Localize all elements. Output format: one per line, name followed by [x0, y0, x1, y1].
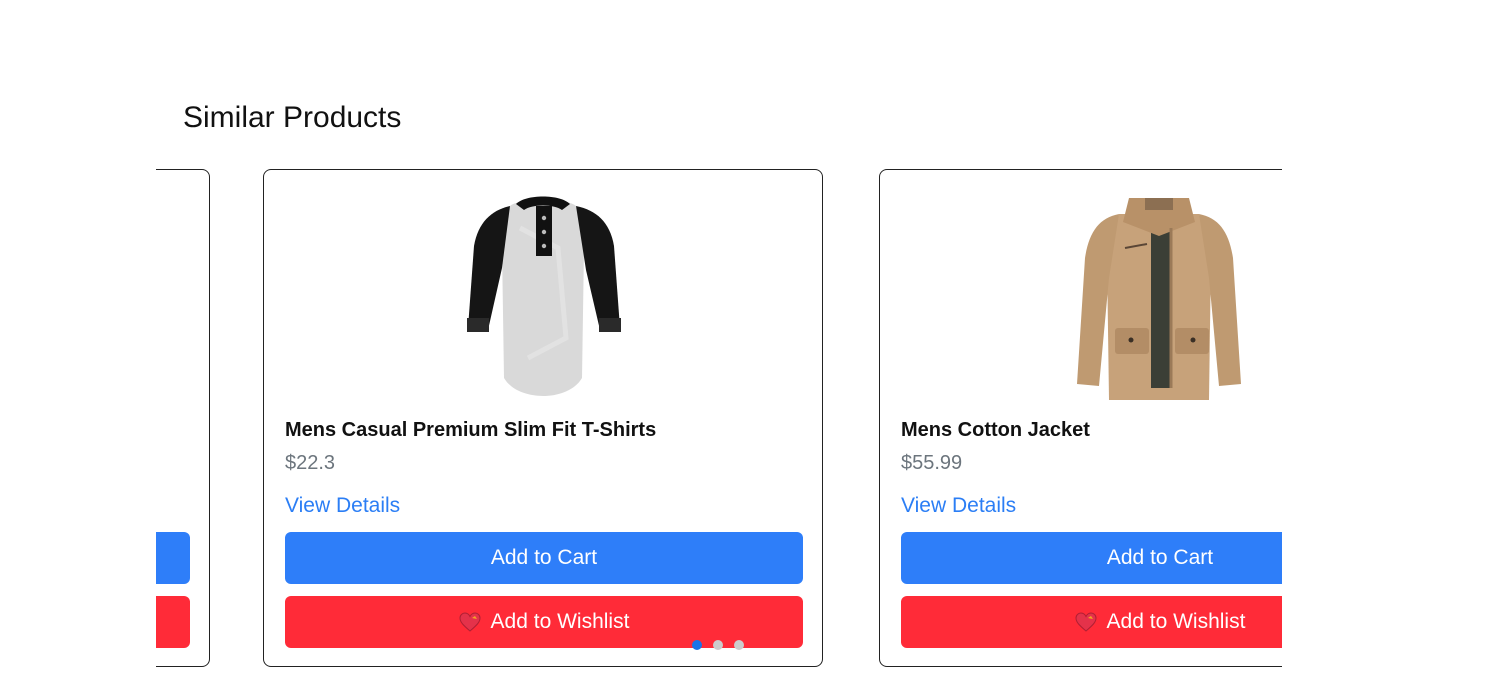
add-to-wishlist-label: Add to Wishlist — [1106, 610, 1246, 633]
khaki-jacket-icon — [1077, 198, 1241, 400]
add-to-cart-button[interactable]: Add to Cart — [901, 532, 1282, 584]
product-name: Mens Cotton Jacket — [901, 419, 1090, 441]
add-to-wishlist-label: Add to Wishlist — [490, 610, 630, 633]
add-to-wishlist-button[interactable] — [156, 596, 190, 648]
add-to-cart-button[interactable]: Add to Cart — [285, 532, 803, 584]
section-title: Similar Products — [183, 101, 402, 134]
raglan-henley-shirt-icon — [467, 196, 621, 396]
carousel-indicators — [692, 640, 744, 650]
product-price: $55.99 — [901, 452, 963, 474]
view-details-link[interactable]: View Details — [285, 494, 400, 518]
heart-icon — [459, 612, 481, 632]
heart-icon — [1075, 612, 1097, 632]
carousel-dot[interactable] — [692, 640, 702, 650]
add-to-cart-button[interactable] — [156, 532, 190, 584]
product-card — [156, 169, 210, 667]
view-details-link[interactable]: View Details — [901, 494, 1016, 518]
product-image — [880, 188, 1282, 406]
add-to-cart-label: Add to Cart — [1106, 546, 1214, 569]
product-card: Mens Cotton Jacket $55.99 View Details A… — [879, 169, 1282, 667]
add-to-wishlist-button[interactable]: Add to Wishlist — [901, 596, 1282, 648]
product-price: $22.3 — [285, 452, 336, 474]
product-image — [264, 188, 822, 406]
add-to-cart-label: Add to Cart — [490, 546, 598, 569]
product-card: Mens Casual Premium Slim Fit T-Shirts $2… — [263, 169, 823, 667]
carousel-dot[interactable] — [734, 640, 744, 650]
product-name: Mens Casual Premium Slim Fit T-Shirts — [285, 419, 657, 441]
carousel-dot[interactable] — [713, 640, 723, 650]
product-carousel: Mens Casual Premium Slim Fit T-Shirts $2… — [156, 168, 1282, 672]
